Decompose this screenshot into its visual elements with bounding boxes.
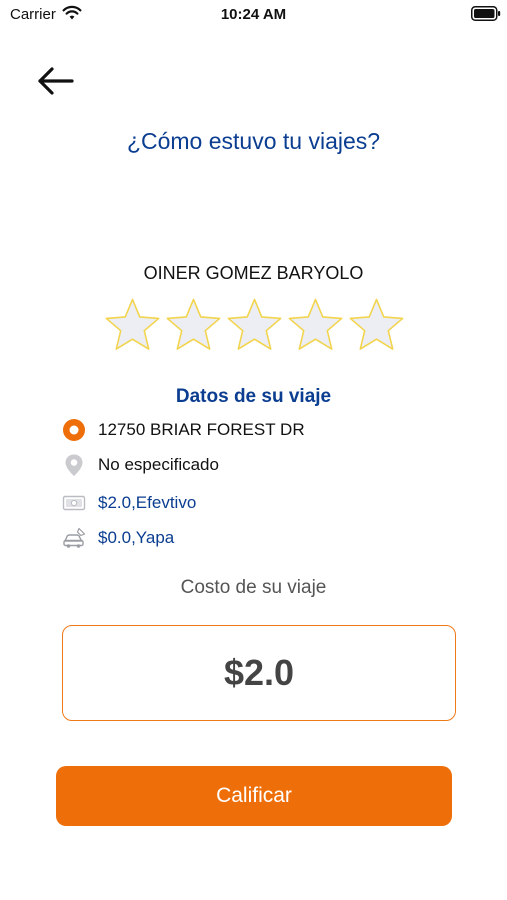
- payment-row: $2.0,Efevtivo: [62, 491, 196, 515]
- status-time: 10:24 AM: [220, 6, 287, 23]
- back-button[interactable]: [34, 64, 78, 98]
- rate-button-label: Calificar: [216, 784, 292, 807]
- cost-label: Costo de su viaje: [180, 577, 327, 598]
- star-3-icon[interactable]: [225, 296, 284, 354]
- page-title: ¿Cómo estuvo tu viajes?: [126, 128, 381, 154]
- arrow-left-icon: [38, 67, 74, 95]
- origin-address: 12750 BRIAR FOREST DR: [98, 420, 305, 439]
- origin-marker-icon: [63, 419, 85, 441]
- payment-info: $2.0,Efevtivo: [98, 493, 197, 512]
- destination-row: No especificado: [62, 453, 219, 477]
- car-tip-icon: [63, 527, 86, 548]
- star-4-icon[interactable]: [286, 296, 345, 354]
- star-5-icon[interactable]: [347, 296, 406, 354]
- star-rating[interactable]: [103, 296, 408, 354]
- star-2-icon[interactable]: [164, 296, 223, 354]
- cost-box: $2.0: [62, 625, 456, 721]
- tip-row: $0.0,Yapa: [62, 526, 174, 550]
- star-1-icon[interactable]: [103, 296, 162, 354]
- driver-name: OINER GOMEZ BARYOLO: [143, 263, 364, 283]
- cash-icon: [62, 495, 86, 511]
- origin-row: 12750 BRIAR FOREST DR: [62, 418, 305, 442]
- trip-details-title: Datos de su viaje: [175, 386, 332, 407]
- cost-value: $2.0: [223, 652, 295, 693]
- battery-icon: [471, 6, 501, 21]
- tip-info: $0.0,Yapa: [98, 528, 175, 547]
- location-pin-icon: [65, 454, 83, 476]
- status-bar: Carrier 10:24 AM: [0, 0, 507, 30]
- destination-address: No especificado: [98, 455, 219, 474]
- rate-button[interactable]: Calificar: [56, 766, 452, 826]
